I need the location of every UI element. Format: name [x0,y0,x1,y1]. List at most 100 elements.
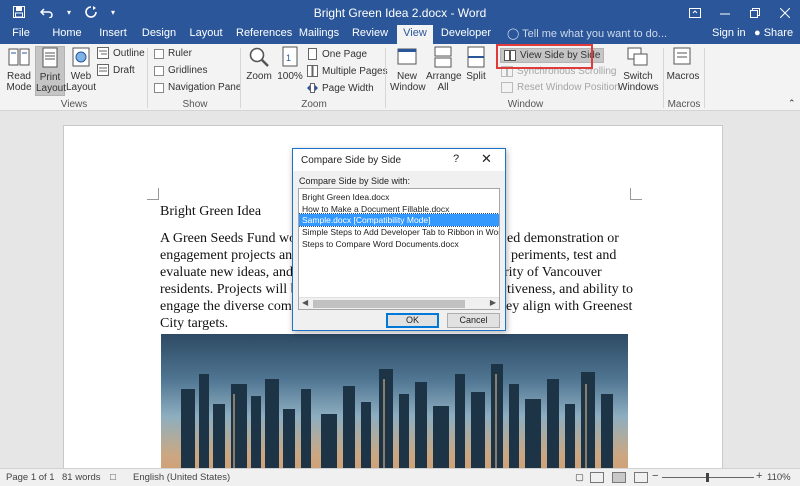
tab-references[interactable]: References [236,25,292,44]
scrollbar-thumb[interactable] [313,300,465,308]
print-layout-view-icon[interactable] [612,472,626,483]
share-button[interactable]: ● Share [754,27,793,39]
skyline-illustration [181,364,613,468]
zoom-button[interactable]: Zoom [245,46,273,96]
one-page-label: One Page [322,48,368,60]
print-layout-label: Print Layout [36,72,67,94]
tab-developer[interactable]: Developer [440,25,492,44]
show-group-label: Show [182,99,208,110]
paragraph-line: engagement projects annu [160,248,307,263]
web-layout-button[interactable]: Web Layout [66,46,96,96]
ribbon-display-options-icon[interactable] [680,0,710,25]
title-bar: ▾ ▾ Bright Green Idea 2.docx - Word [0,0,800,25]
horizontal-scrollbar[interactable]: ◀ ▶ [299,297,499,309]
outline-button[interactable]: Outline [97,47,145,59]
document-list[interactable]: Bright Green Idea.docx How to Make a Doc… [298,188,500,310]
ribbon-tab-bar: File Home Insert Design Layout Reference… [0,25,800,44]
tab-home[interactable]: Home [48,25,86,44]
multiple-pages-icon [307,65,318,77]
gridlines-check-box[interactable] [154,65,164,76]
web-layout-view-icon[interactable] [634,472,648,483]
views-group-label: Views [60,99,88,110]
separator [385,48,386,108]
page-width-icon [307,83,318,93]
list-item[interactable]: Steps to Compare Word Documents.docx [299,238,499,250]
list-item[interactable]: Bright Green Idea.docx [299,191,499,203]
tab-review[interactable]: Review [350,25,390,44]
compare-prompt-label: Compare Side by Side with: [299,176,411,186]
city-skyline-photo[interactable] [161,334,628,468]
window-group-label: Window [507,99,544,110]
split-icon [467,46,485,68]
split-button[interactable]: Split [462,46,490,96]
minimize-icon[interactable] [710,0,740,25]
gridlines-checkbox[interactable]: Gridlines [154,65,207,76]
read-mode-icon [8,48,30,66]
zoom-100-button[interactable]: 1 100% [276,46,304,96]
window-controls [680,0,800,25]
share-person-icon: ● [754,27,761,39]
restore-icon[interactable] [740,0,770,25]
tab-view[interactable]: View [397,25,433,44]
ruler-label: Ruler [168,48,192,59]
multiple-pages-label: Multiple Pages [322,65,388,77]
focus-icon[interactable]: ▢ [575,472,584,483]
proofing-icon[interactable]: □ [110,472,116,483]
sign-in-link[interactable]: Sign in [712,27,746,39]
arrange-all-button[interactable]: Arrange All [426,46,462,96]
zoom-out-icon[interactable]: − [652,470,658,482]
multiple-pages-button[interactable]: Multiple Pages [307,65,388,77]
reset-position-icon [501,82,513,93]
page-width-label: Page Width [322,82,374,94]
draft-button[interactable]: Draft [97,64,135,76]
language-indicator[interactable]: English (United States) [133,472,230,483]
switch-windows-button[interactable]: Switch Windows [618,46,659,96]
list-item[interactable]: Simple Steps to Add Developer Tab to Rib… [299,226,499,238]
word-count[interactable]: 81 words [62,472,101,483]
tab-mailings[interactable]: Mailings [298,25,340,44]
ruler-check-box[interactable] [154,48,164,59]
macros-button[interactable]: Macros [666,46,700,96]
page-width-button[interactable]: Page Width [307,82,374,94]
dialog-close-icon[interactable]: ✕ [481,151,492,167]
page-count[interactable]: Page 1 of 1 [6,472,55,483]
reset-window-position-button[interactable]: Reset Window Position [501,82,620,93]
scroll-left-icon[interactable]: ◀ [302,298,308,307]
magnifier-icon [249,47,269,67]
tab-file[interactable]: File [6,25,36,44]
new-window-button[interactable]: New Window [390,46,426,96]
tab-design[interactable]: Design [139,25,179,44]
scroll-right-icon[interactable]: ▶ [490,298,496,307]
one-page-button[interactable]: One Page [307,48,367,60]
cancel-button[interactable]: Cancel [447,313,500,328]
ok-button[interactable]: OK [386,313,439,328]
print-layout-button[interactable]: Print Layout [35,46,67,96]
list-item-selected[interactable]: Sample.docx [Compatibility Mode] [299,213,499,227]
split-label: Split [466,71,486,82]
zoom-slider-thumb[interactable] [706,473,709,482]
navigation-pane-label: Navigation Pane [168,82,242,93]
tab-layout[interactable]: Layout [187,25,225,44]
arrange-all-label: Arrange All [426,71,462,93]
help-icon[interactable]: ? [453,153,459,165]
new-window-icon [397,48,417,65]
one-page-icon [308,48,317,60]
paragraph-line-right: tiveness, and ability to [507,282,633,297]
switch-windows-label: Switch Windows [618,71,659,93]
read-mode-view-icon[interactable] [590,472,604,483]
read-mode-label: Read Mode [6,71,32,93]
zoom-level[interactable]: 110% [767,472,791,483]
outline-label: Outline [113,47,145,59]
gridlines-label: Gridlines [168,65,208,76]
collapse-ribbon-icon[interactable]: ⌃ [788,98,796,109]
read-mode-button[interactable]: Read Mode [4,46,34,96]
navigation-pane-check-box[interactable] [154,82,164,93]
tell-me-box[interactable]: ◯ Tell me what you want to do... [507,27,667,40]
arrange-all-icon [434,46,452,68]
tab-insert[interactable]: Insert [94,25,132,44]
paragraph-line-right: periments, test and [511,248,617,263]
navigation-pane-checkbox[interactable]: Navigation Pane [154,82,241,93]
close-icon[interactable] [770,0,800,25]
zoom-in-icon[interactable]: + [756,470,762,482]
ruler-checkbox[interactable]: Ruler [154,48,192,59]
